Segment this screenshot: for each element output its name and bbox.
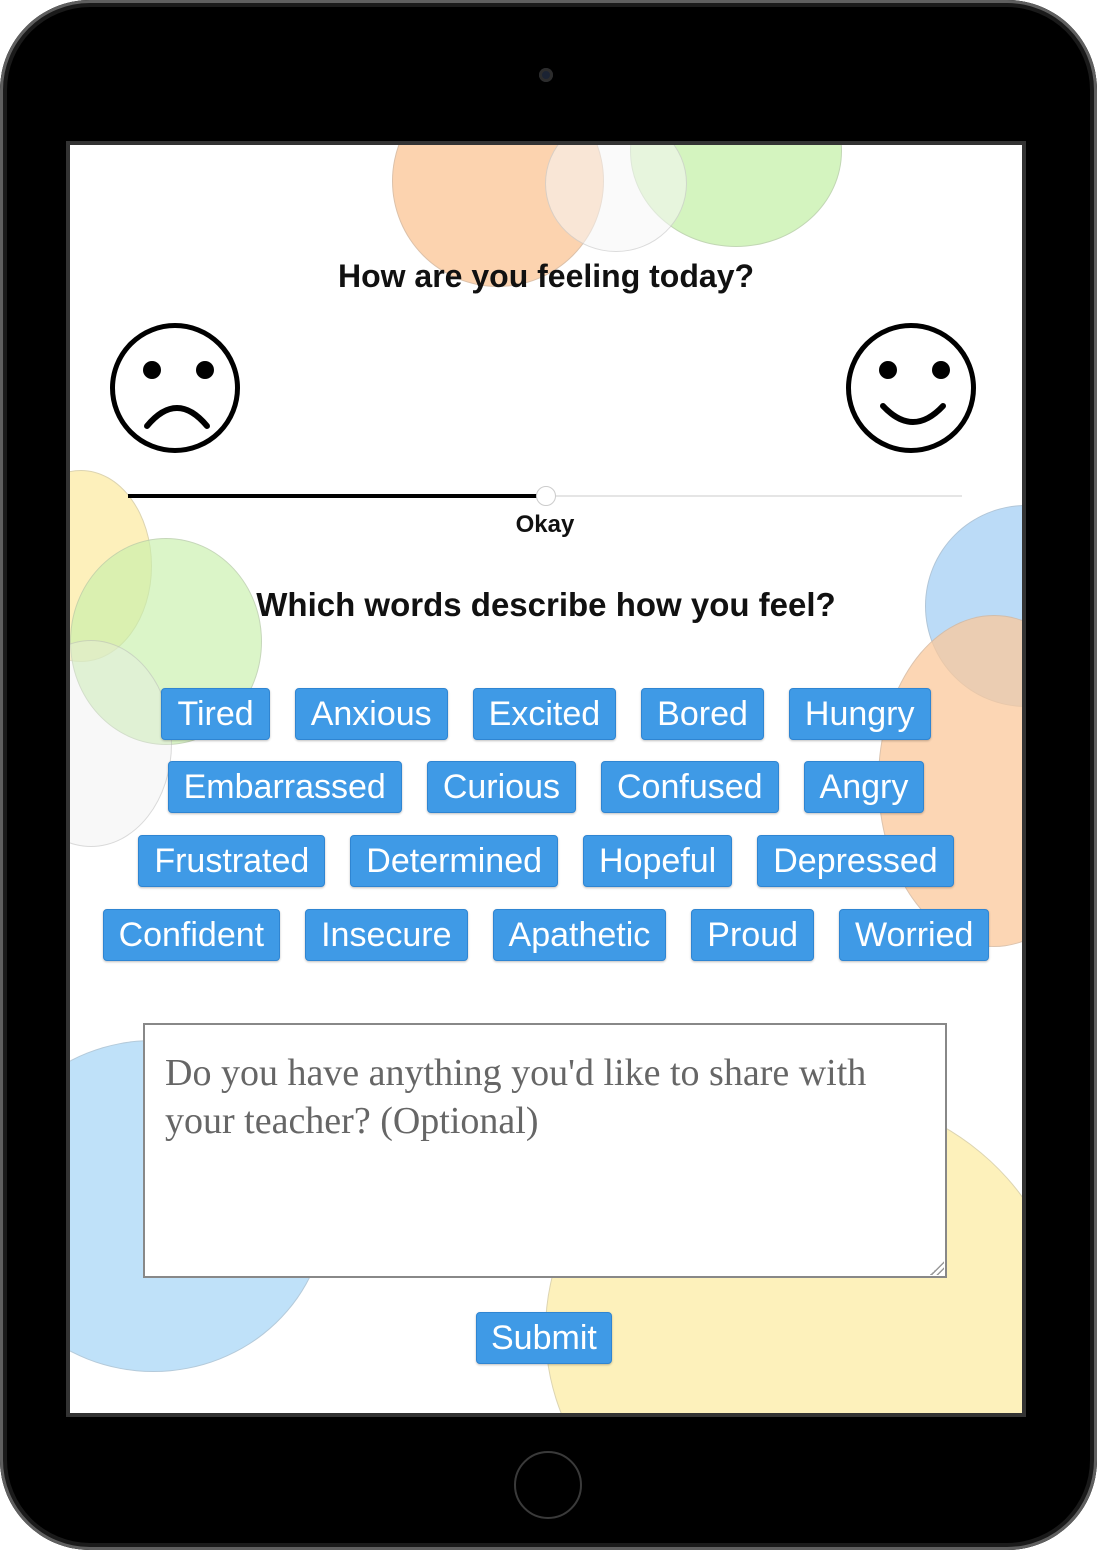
camera-lens xyxy=(539,68,553,82)
feeling-word-button[interactable]: Hungry xyxy=(788,688,931,740)
feeling-word-button[interactable]: Depressed xyxy=(757,835,954,887)
share-with-teacher-textarea[interactable] xyxy=(143,1023,947,1278)
feeling-word-button[interactable]: Bored xyxy=(641,688,764,740)
feeling-word-button[interactable]: Confident xyxy=(102,909,281,961)
feeling-word-button[interactable]: Proud xyxy=(691,909,815,961)
feeling-word-button[interactable]: Apathetic xyxy=(492,909,667,961)
feeling-word-button[interactable]: Tired xyxy=(161,688,270,740)
mood-question: How are you feeling today? xyxy=(337,258,755,294)
feeling-word-button[interactable]: Anxious xyxy=(294,688,448,740)
feeling-word-button[interactable]: Angry xyxy=(803,761,925,813)
feeling-word-button[interactable]: Frustrated xyxy=(138,835,326,887)
feeling-word-button[interactable]: Determined xyxy=(350,835,559,887)
textarea-resize-handle[interactable] xyxy=(930,1261,944,1275)
feeling-word-button[interactable]: Curious xyxy=(426,761,576,813)
submit-button[interactable]: Submit xyxy=(476,1312,612,1364)
word-row: Confident Insecure Apathetic Proud Worried xyxy=(70,909,1022,961)
words-question: Which words describe how you feel? xyxy=(256,586,836,623)
happy-face-icon xyxy=(846,323,976,453)
feeling-word-button[interactable]: Hopeful xyxy=(583,835,733,887)
tablet-device: How are you feeling today? Okay Which wo… xyxy=(0,0,1097,1550)
word-row: Tired Anxious Excited Bored Hungry xyxy=(70,688,1022,740)
app-screen: How are you feeling today? Okay Which wo… xyxy=(66,141,1026,1417)
sad-face-icon xyxy=(110,323,240,453)
feeling-word-button[interactable]: Excited xyxy=(472,688,617,740)
mood-value-label: Okay xyxy=(515,511,575,538)
feeling-word-button[interactable]: Insecure xyxy=(305,909,468,961)
home-button[interactable] xyxy=(514,1451,582,1519)
word-row: Embarrassed Curious Confused Angry xyxy=(70,761,1022,813)
feeling-word-button[interactable]: Confused xyxy=(601,761,779,813)
mood-slider-thumb[interactable] xyxy=(536,486,556,506)
word-row: Frustrated Determined Hopeful Depressed xyxy=(70,835,1022,887)
mood-slider[interactable] xyxy=(128,486,962,506)
feeling-word-button[interactable]: Embarrassed xyxy=(167,761,402,813)
feeling-word-button[interactable]: Worried xyxy=(839,909,990,961)
mood-slider-fill xyxy=(128,494,545,498)
